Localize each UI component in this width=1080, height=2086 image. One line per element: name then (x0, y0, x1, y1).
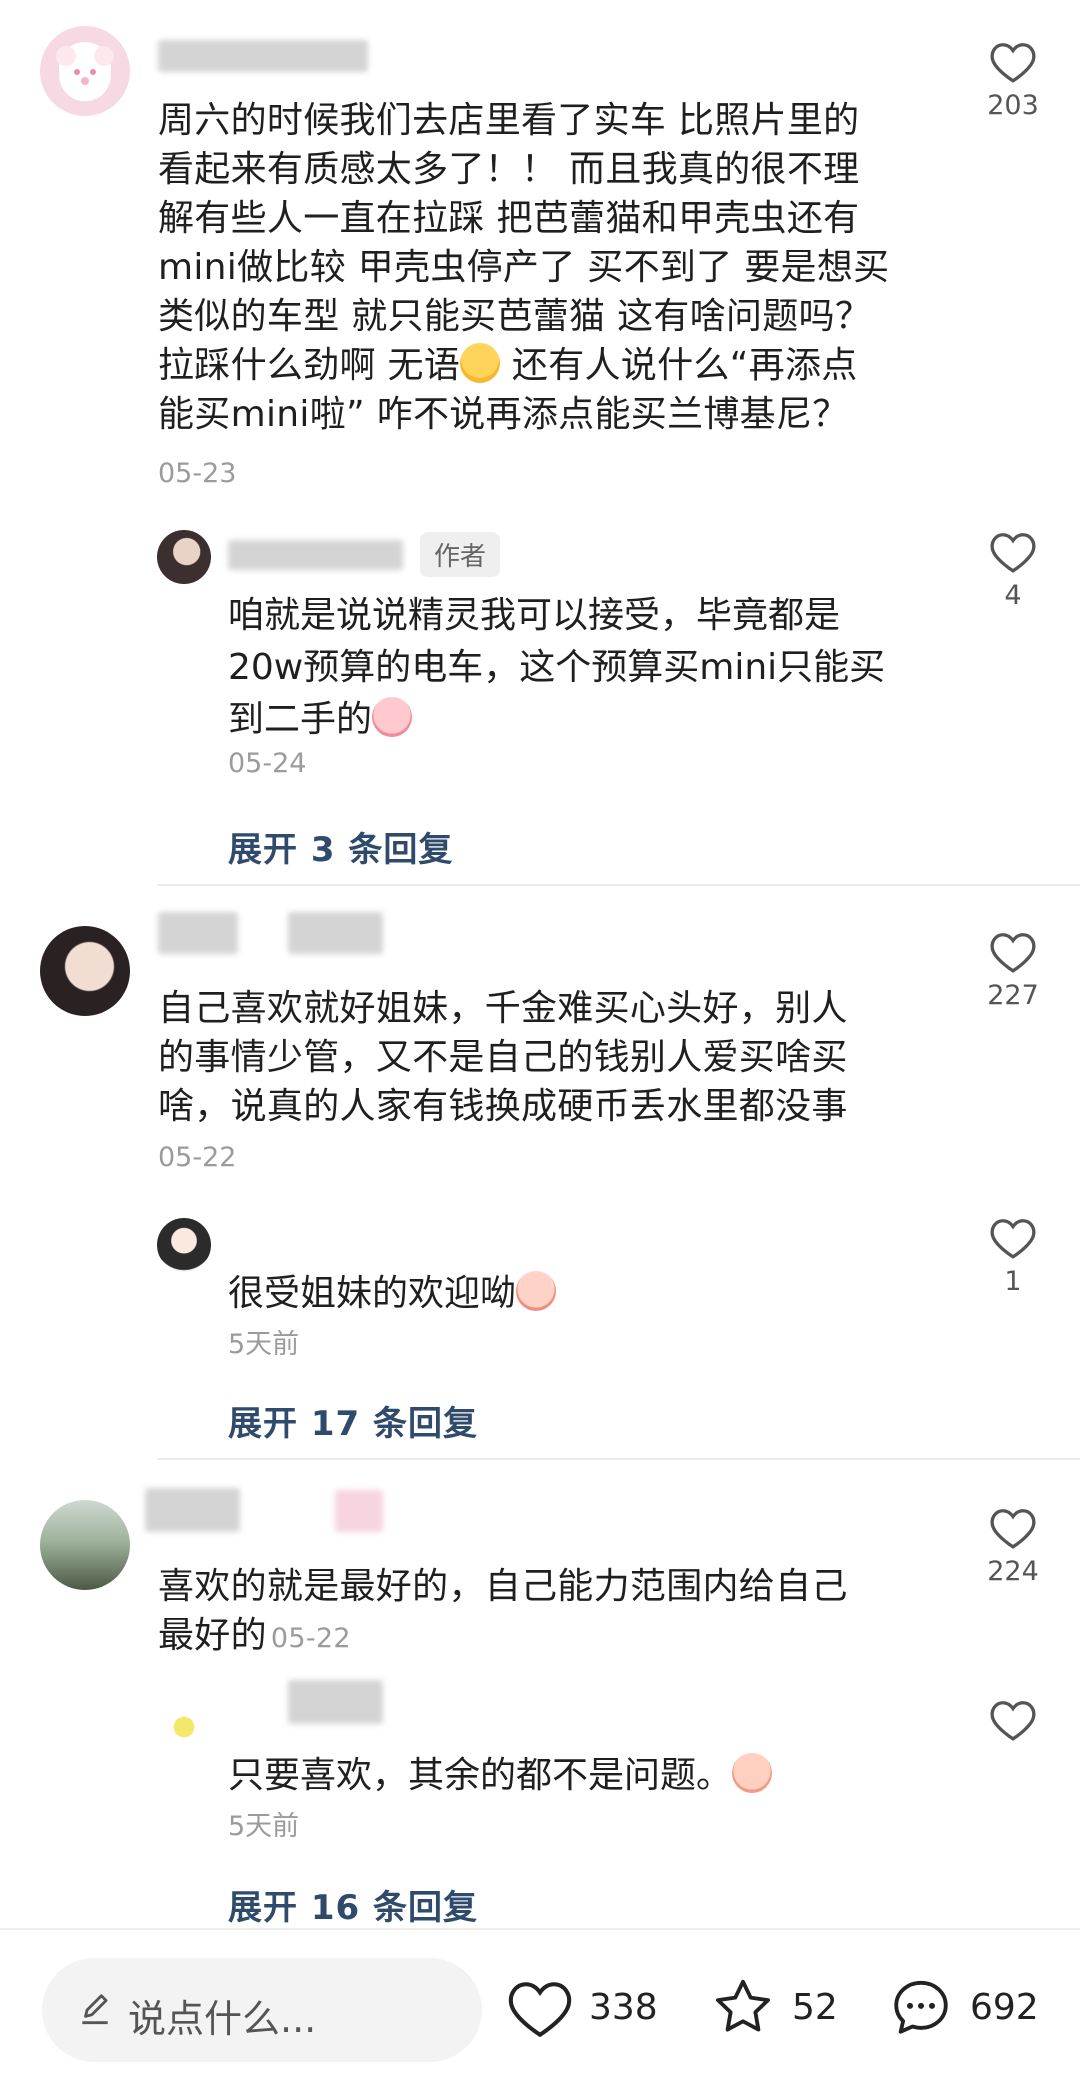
username-blurred[interactable] (158, 912, 238, 954)
reply-text[interactable]: 咱就是说说精灵我可以接受，毕竟都是 20w预算的电车，这个预算买mini只能买 … (228, 590, 948, 746)
username-blurred[interactable] (288, 912, 383, 954)
comment-date: 05-23 (158, 458, 237, 489)
post-like-count: 338 (589, 1986, 658, 2028)
like-count: 224 (987, 1556, 1039, 1587)
favorite-button[interactable]: 52 (708, 1974, 838, 2040)
expand-replies-link[interactable]: 展开 16 条回复 (228, 1880, 478, 1929)
reply-text[interactable]: 只要喜欢，其余的都不是问题。 (228, 1750, 948, 1802)
comments-button[interactable]: 692 (886, 1974, 1039, 2040)
heart-icon (990, 1701, 1036, 1741)
avatar[interactable] (157, 1218, 211, 1272)
username-blurred[interactable] (335, 1490, 383, 1532)
expand-replies-link[interactable]: 展开 17 条回复 (228, 1396, 478, 1445)
avatar[interactable] (157, 1700, 211, 1754)
reply-text[interactable]: 很受姐妹的欢迎呦 (228, 1268, 948, 1320)
divider (157, 1458, 1080, 1460)
username-blurred[interactable] (145, 1488, 240, 1532)
comment-date: 05-22 (270, 1623, 351, 1654)
like-post-button[interactable]: 338 (505, 1974, 658, 2040)
crying-emoji-icon (372, 697, 413, 737)
like-count: 1 (1004, 1266, 1022, 1297)
sweat-emoji-icon (460, 343, 501, 383)
like-button[interactable] (973, 1696, 1053, 1742)
like-count: 227 (987, 980, 1039, 1011)
heart-icon (990, 1509, 1036, 1549)
avatar[interactable] (157, 530, 211, 584)
favorite-count: 52 (792, 1986, 838, 2028)
peach-emoji-icon (732, 1753, 773, 1793)
avatar[interactable] (40, 926, 130, 1016)
like-button[interactable]: 227 (973, 928, 1053, 1011)
avatar[interactable] (40, 26, 130, 116)
comment-count: 692 (970, 1986, 1039, 2028)
star-icon (716, 1979, 770, 2032)
comment-date: 05-22 (158, 1142, 237, 1173)
heart-icon (508, 1982, 572, 2038)
heart-icon (990, 933, 1036, 973)
heart-icon (990, 43, 1036, 83)
avatar[interactable] (40, 1500, 130, 1590)
like-count: 4 (1004, 580, 1022, 611)
divider (157, 884, 1080, 886)
like-button[interactable]: 1 (973, 1214, 1053, 1297)
comment-placeholder: 说点什么... (128, 1997, 317, 2041)
like-button[interactable]: 4 (973, 528, 1053, 611)
bottom-action-bar: 说点什么... 338 52 692 (0, 1928, 1080, 2086)
username-blurred[interactable] (228, 540, 403, 570)
reply-date: 5天前 (228, 1329, 300, 1360)
username-blurred[interactable] (158, 40, 368, 72)
comment-bubble-icon (894, 1980, 948, 2034)
heart-icon (990, 1219, 1036, 1259)
expand-replies-link[interactable]: 展开 3 条回复 (228, 822, 453, 871)
comment-text[interactable]: 自己喜欢就好姐妹，千金难买心头好，别人 的事情少管，又不是自己的钱别人爱买啥买 … (158, 984, 948, 1131)
comment-text[interactable]: 喜欢的就是最好的，自己能力范围内给自己 最好的 05-22 (158, 1562, 948, 1663)
like-count: 203 (987, 90, 1039, 121)
heart-icon (990, 533, 1036, 573)
author-badge: 作者 (420, 532, 501, 577)
pen-icon (82, 1994, 108, 2025)
reply-date: 5天前 (228, 1811, 300, 1842)
comment-input[interactable]: 说点什么... (42, 1958, 482, 2062)
username-blurred[interactable] (288, 1680, 383, 1724)
comment-text[interactable]: 周六的时候我们去店里看了实车 比照片里的 看起来有质感太多了！！ 而且我真的很不… (158, 96, 948, 439)
blushing-emoji-icon (516, 1271, 557, 1311)
like-button[interactable]: 203 (973, 38, 1053, 121)
reply-date: 05-24 (228, 748, 307, 779)
like-button[interactable]: 224 (973, 1504, 1053, 1587)
